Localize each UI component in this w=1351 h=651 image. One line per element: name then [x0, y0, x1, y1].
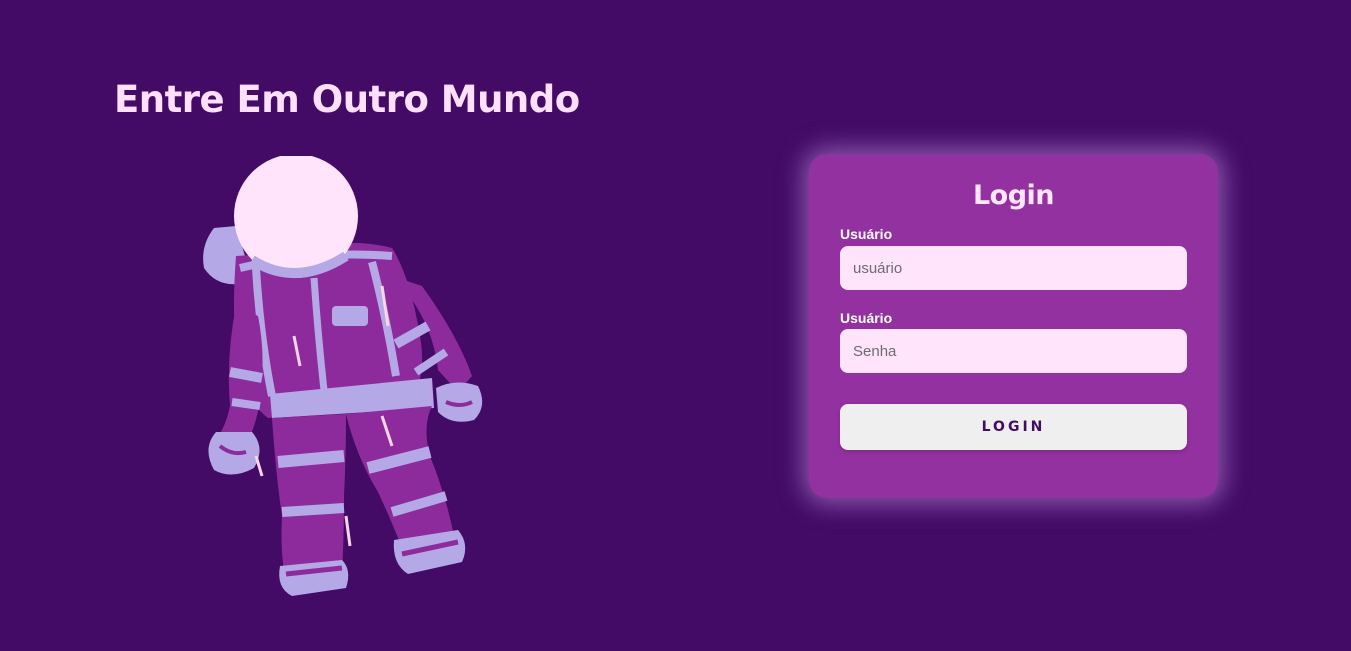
username-label: Usuário — [840, 226, 893, 242]
password-label: Usuário — [840, 310, 893, 326]
astronaut-illustration — [203, 156, 483, 596]
password-input[interactable] — [840, 329, 1187, 373]
login-card: Login Usuário Usuário LOGIN — [809, 154, 1218, 498]
hero-title: Entre Em Outro Mundo — [114, 78, 580, 121]
username-input[interactable] — [840, 246, 1187, 290]
login-card-title: Login — [972, 180, 1055, 211]
login-button[interactable]: LOGIN — [840, 404, 1187, 450]
login-page: Entre Em Outro Mundo Login Usuário usuár… — [0, 0, 1351, 651]
